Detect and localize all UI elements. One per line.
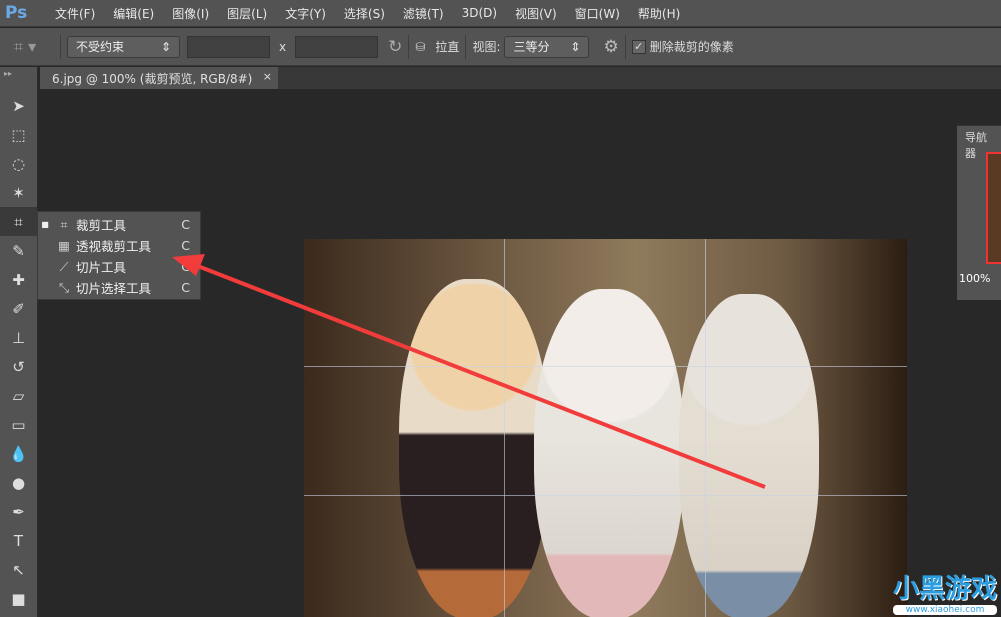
navigator-zoom[interactable]: 100% bbox=[959, 272, 990, 285]
annotation-arrow bbox=[172, 254, 766, 489]
navigator-thumbnail[interactable] bbox=[986, 152, 1001, 264]
watermark-url: www.xiaohei.com bbox=[892, 605, 997, 615]
watermark-text: 小黑游戏 bbox=[892, 574, 997, 604]
navigator-panel: 导航器 100% bbox=[957, 125, 1001, 300]
watermark: 小黑游戏 www.xiaohei.com bbox=[892, 568, 997, 615]
